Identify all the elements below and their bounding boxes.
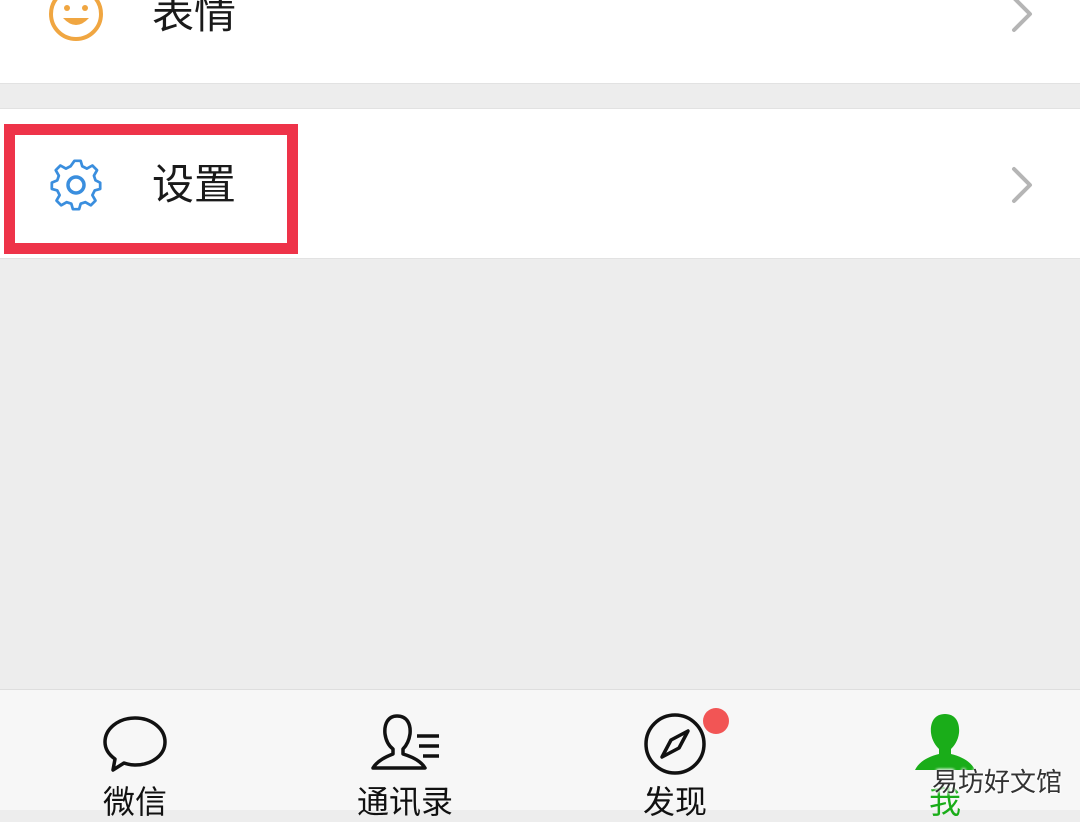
chat-bubble-icon [103, 716, 167, 772]
contacts-icon [371, 714, 439, 770]
watermark-text: 易坊好文馆 [932, 768, 1063, 798]
tab-label: 微信 [102, 783, 167, 821]
chevron-right-icon [1012, 0, 1032, 32]
menu-item-stickers[interactable]: 表情 [0, 0, 1080, 84]
tab-label: 通讯录 [356, 783, 453, 821]
menu-item-label: 表情 [152, 0, 237, 38]
menu-item-label: 设置 [152, 160, 237, 209]
tab-chats[interactable]: 微信 [35, 690, 235, 821]
tab-discover[interactable]: 发现 [575, 690, 775, 821]
compass-icon [644, 713, 706, 775]
tab-contacts[interactable]: 通讯录 [305, 690, 505, 821]
bottom-tab-bar: 微信 通讯录 发现 我 [0, 689, 1080, 821]
tab-label: 发现 [642, 783, 707, 821]
gear-icon [50, 159, 102, 211]
menu-item-settings[interactable]: 设置 [0, 108, 1080, 259]
notification-dot [703, 708, 729, 734]
smiley-icon [49, 0, 103, 41]
chevron-right-icon [1012, 167, 1032, 203]
